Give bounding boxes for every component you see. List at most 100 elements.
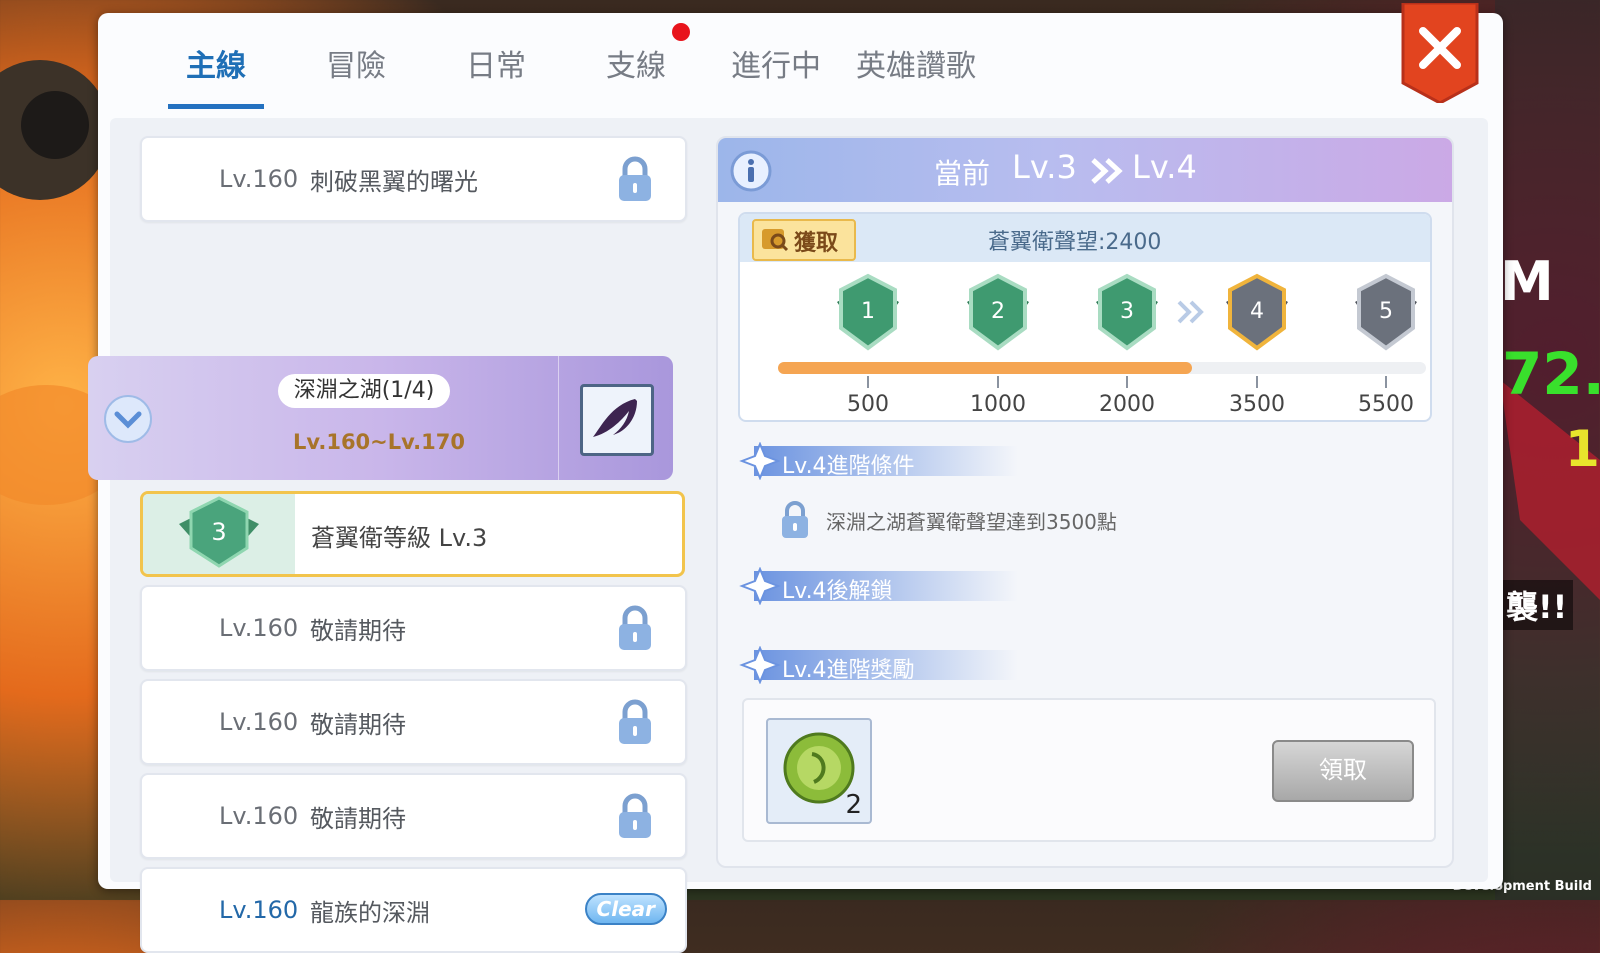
reward-title: Lv.4進階獎勵 <box>782 658 915 683</box>
rank-badge-4: 4 <box>1226 273 1288 351</box>
obtain-button[interactable]: 獲取 <box>752 219 856 261</box>
obtain-label: 獲取 <box>794 231 839 256</box>
bg-text-m: M <box>1500 250 1554 313</box>
content-area: Lv.160 刺破黑翼的曙光 深淵之湖(1/4) Lv.160~Lv.170 3 <box>88 118 1488 953</box>
tab-in-progress[interactable]: 進行中 <box>706 13 846 113</box>
milestone-tick <box>867 376 869 388</box>
info-icon[interactable] <box>730 150 772 192</box>
tab-daily[interactable]: 日常 <box>426 13 566 113</box>
tab-hero-anthem-label: 英雄讚歌 <box>856 49 976 84</box>
double-chevron-right-icon <box>1091 158 1123 184</box>
reward-count: 2 <box>845 790 862 820</box>
quest-name: 敬請期待 <box>310 616 406 645</box>
quest-name: 龍族的深淵 <box>310 898 430 927</box>
milestone-tick <box>1385 376 1387 388</box>
rank-badge-icon: 3 <box>179 496 259 568</box>
feather-item-icon <box>593 399 637 437</box>
svg-text:5: 5 <box>1379 299 1393 324</box>
svg-text:4: 4 <box>1250 299 1264 324</box>
progress-fill <box>778 362 1192 374</box>
conditions-title: Lv.4進階條件 <box>782 454 915 479</box>
lock-icon <box>619 156 651 201</box>
obtain-icon <box>762 229 789 252</box>
lock-icon <box>619 699 651 744</box>
quest-name: 刺破黑翼的曙光 <box>310 167 478 196</box>
level-header: 當前 Lv.3 Lv.4 <box>718 138 1452 202</box>
group-item-slot[interactable] <box>580 384 654 456</box>
chevron-down-icon <box>104 395 152 443</box>
next-rank-arrow-icon <box>1177 300 1204 324</box>
milestone-value: 5500 <box>1358 392 1414 417</box>
quest-item-dragon-abyss[interactable]: Lv.160 龍族的深淵 Clear <box>140 867 687 953</box>
clear-badge: Clear <box>584 893 667 925</box>
progress-track <box>778 362 1426 374</box>
tab-adventure[interactable]: 冒險 <box>286 13 426 113</box>
tab-daily-label: 日常 <box>466 49 526 84</box>
current-level: Lv.3 <box>1012 148 1077 186</box>
quest-level: Lv.160 <box>219 896 299 924</box>
quest-level: Lv.160 <box>219 802 299 830</box>
reward-item-slot[interactable]: 2 <box>766 718 872 824</box>
milestone-value: 3500 <box>1229 392 1285 417</box>
lock-icon <box>782 501 808 538</box>
bg-text-one: 1 <box>1565 420 1600 478</box>
rank-badge-1: 1 <box>837 273 899 351</box>
condition-text: 深淵之湖蒼翼衛聲望達到3500點 <box>826 510 1117 534</box>
milestone-tick <box>1126 376 1128 388</box>
quest-item-coming-soon-2[interactable]: Lv.160 敬請期待 <box>140 679 687 765</box>
quest-name: 敬請期待 <box>310 804 406 833</box>
tab-main[interactable]: 主線 <box>146 13 286 113</box>
quest-item-coming-soon-1[interactable]: Lv.160 敬請期待 <box>140 585 687 671</box>
tab-bar: 主線 冒險 日常 支線 進行中 英雄讚歌 <box>146 13 986 113</box>
group-title: 深淵之湖(1/4) <box>278 374 450 408</box>
quest-group-abyss-lake[interactable]: 深淵之湖(1/4) Lv.160~Lv.170 <box>88 356 673 480</box>
reputation-progress-card: 獲取 蒼翼衛聲望:2400 1 500 2 1000 3 2000 4 3500 5 5500 <box>738 212 1432 422</box>
quest-level: Lv.160 <box>219 708 299 736</box>
claim-button[interactable]: 領取 <box>1272 740 1414 802</box>
current-label: 當前 <box>934 157 991 190</box>
tab-main-label: 主線 <box>186 49 246 84</box>
detail-panel: 當前 Lv.3 Lv.4 獲取 蒼翼衛聲望:2400 1 500 2 1000 3 200… <box>716 136 1454 868</box>
lock-icon <box>619 793 651 838</box>
svg-text:1: 1 <box>861 299 875 324</box>
tab-in-progress-label: 進行中 <box>731 49 821 84</box>
quest-item-coming-soon-3[interactable]: Lv.160 敬請期待 <box>140 773 687 859</box>
quest-level: Lv.160 <box>219 165 299 193</box>
rank-badge-number: 3 <box>211 518 226 546</box>
tab-side[interactable]: 支線 <box>566 13 706 113</box>
next-level: Lv.4 <box>1132 148 1197 186</box>
lock-icon <box>619 605 651 650</box>
close-icon <box>1401 1 1479 105</box>
reward-box: 2 領取 <box>742 698 1436 842</box>
milestone-value: 1000 <box>970 392 1026 417</box>
divider <box>558 356 559 480</box>
notification-dot <box>672 23 690 41</box>
svg-text:2: 2 <box>991 299 1005 324</box>
reward-banner: Lv.4進階獎勵 <box>738 646 1018 684</box>
quest-name: 蒼翼衛等級 Lv.3 <box>311 524 488 552</box>
quest-level: Lv.160 <box>219 614 299 642</box>
bg-text-raid: 襲!! <box>1500 580 1574 630</box>
milestone-tick <box>1256 376 1258 388</box>
svg-text:3: 3 <box>1120 299 1134 324</box>
milestone-value: 2000 <box>1099 392 1155 417</box>
quest-name: 敬請期待 <box>310 710 406 739</box>
bg-text-damage: 72.5 <box>1502 340 1600 408</box>
milestone-tick <box>997 376 999 388</box>
quest-item-guard-level[interactable]: 3 蒼翼衛等級 Lv.3 <box>140 491 685 577</box>
tab-side-label: 支線 <box>606 49 666 84</box>
unlock-title: Lv.4後解鎖 <box>782 579 893 604</box>
rank-badge-3: 3 <box>1096 273 1158 351</box>
quest-dialog: 主線 冒險 日常 支線 進行中 英雄讚歌 Lv.160 刺破黑翼的曙光 深淵之湖… <box>88 1 1503 953</box>
rank-badge-5: 5 <box>1355 273 1417 351</box>
conditions-banner: Lv.4進階條件 <box>738 442 1018 480</box>
milestone-value: 500 <box>847 392 889 417</box>
rank-badge-area: 3 <box>143 494 295 574</box>
reputation-text: 蒼翼衛聲望:2400 <box>988 230 1162 255</box>
tab-hero-anthem[interactable]: 英雄讚歌 <box>846 13 986 113</box>
unlock-banner: Lv.4後解鎖 <box>738 567 1018 605</box>
close-button[interactable] <box>1399 1 1481 105</box>
group-level-range: Lv.160~Lv.170 <box>293 430 465 454</box>
quest-item-top[interactable]: Lv.160 刺破黑翼的曙光 <box>140 136 687 222</box>
tab-adventure-label: 冒險 <box>326 49 386 84</box>
